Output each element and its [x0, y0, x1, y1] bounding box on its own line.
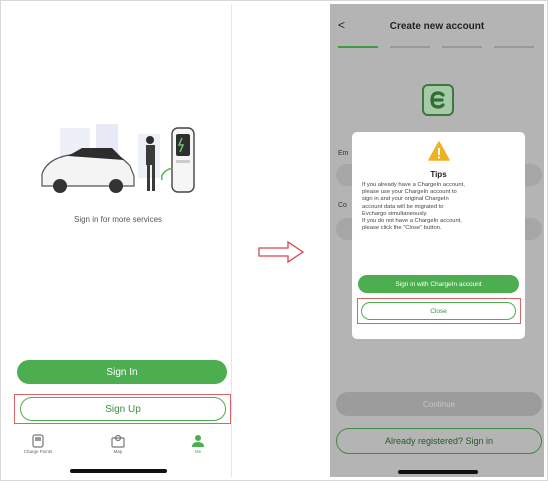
- code-label: Co: [338, 202, 347, 209]
- tips-dialog: Tips If you already have a ChargeIn acco…: [352, 132, 525, 339]
- progress-steps: [338, 46, 544, 49]
- home-indicator: [70, 469, 167, 473]
- right-phone-screen: < Create new account Em Co Continue Alre…: [330, 4, 544, 477]
- bottom-tab-bar: Charge Points Map Me: [4, 434, 232, 464]
- logo-e-icon: [430, 91, 445, 109]
- email-label: Em: [338, 150, 349, 157]
- dialog-line: please click the "Close" button.: [362, 225, 442, 232]
- home-indicator: [398, 470, 478, 474]
- sign-in-with-chargein-button[interactable]: Sign in with ChargeIn account: [358, 275, 519, 293]
- tab-me[interactable]: Me: [168, 434, 228, 454]
- charger-icon: [32, 434, 44, 448]
- dialog-line: If you do not have a ChargeIn account,: [362, 218, 462, 225]
- tab-map[interactable]: Map: [88, 434, 148, 454]
- dialog-title: Tips: [430, 170, 447, 179]
- step-4-indicator: [494, 46, 534, 48]
- continue-button[interactable]: Continue: [336, 392, 542, 416]
- sign-up-button[interactable]: Sign Up: [20, 397, 226, 421]
- dialog-message: If you already have a ChargeIn account, …: [362, 182, 519, 232]
- app-logo: [422, 84, 454, 116]
- sign-in-button[interactable]: Sign In: [17, 360, 227, 384]
- map-icon: [111, 434, 125, 448]
- ev-charging-illustration: [41, 124, 195, 193]
- already-registered-button[interactable]: Already registered? Sign in: [336, 428, 542, 454]
- step-3-indicator: [442, 46, 482, 48]
- dialog-line: please use your ChargeIn account to: [362, 189, 457, 196]
- dialog-line: If you already have a ChargeIn account,: [362, 182, 465, 188]
- left-phone-screen: Sign in for more services Sign In Sign U…: [4, 4, 232, 477]
- close-button[interactable]: Close: [361, 302, 516, 320]
- tab-label-map: Map: [113, 449, 123, 454]
- warning-icon: [428, 141, 450, 161]
- tab-label-charge-points: Charge Points: [23, 449, 53, 454]
- page-title: Create new account: [389, 21, 485, 32]
- step-2-indicator: [390, 46, 430, 48]
- tab-charge-points[interactable]: Charge Points: [8, 434, 68, 454]
- sign-in-message: Sign in for more services: [73, 215, 163, 224]
- transition-arrow-icon: [258, 240, 304, 264]
- dialog-line: Evchargo simultaneously.: [362, 210, 428, 217]
- person-icon: [192, 435, 204, 447]
- dialog-line: sign in and your original ChargeIn: [362, 196, 449, 203]
- step-1-indicator: [338, 46, 378, 48]
- tab-label-me: Me: [194, 449, 202, 454]
- dialog-line: account data will be migrated to: [362, 203, 444, 210]
